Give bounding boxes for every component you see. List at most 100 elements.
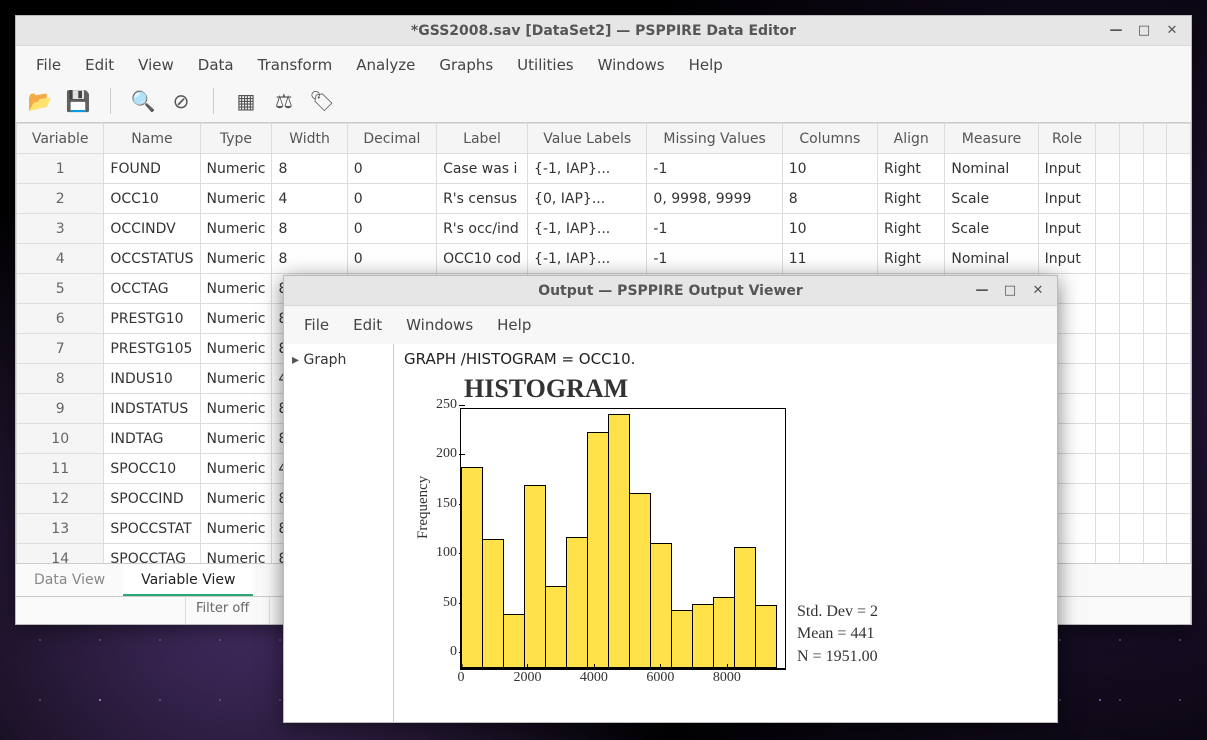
cell-name[interactable]: PRESTG105 [104, 334, 200, 364]
menu-view[interactable]: View [128, 52, 184, 78]
cell-n[interactable]: 10 [17, 424, 104, 454]
cell-name[interactable]: INDTAG [104, 424, 200, 454]
cell-role[interactable]: Input [1038, 154, 1096, 184]
cell-width[interactable]: 8 [272, 244, 347, 274]
cell-align[interactable]: Right [878, 244, 945, 274]
cell-width[interactable]: 4 [272, 184, 347, 214]
cell-name[interactable]: PRESTG10 [104, 304, 200, 334]
tab-variable-view[interactable]: Variable View [123, 564, 253, 596]
menu-file[interactable]: File [294, 312, 339, 338]
cell-type[interactable]: Numeric [200, 514, 272, 544]
cell-n[interactable]: 9 [17, 394, 104, 424]
cell-align[interactable]: Right [878, 184, 945, 214]
col-variable[interactable]: Variable [17, 124, 104, 154]
minimize-button[interactable]: — [1107, 23, 1125, 38]
menu-graphs[interactable]: Graphs [429, 52, 503, 78]
cell-n[interactable]: 3 [17, 214, 104, 244]
cell-role[interactable]: Input [1038, 184, 1096, 214]
cell-align[interactable]: Right [878, 214, 945, 244]
table-row[interactable]: 2OCC10Numeric40R's census{0, IAP}...0, 9… [17, 184, 1191, 214]
menu-edit[interactable]: Edit [75, 52, 124, 78]
cell-n[interactable]: 4 [17, 244, 104, 274]
maximize-button[interactable]: □ [1001, 283, 1019, 298]
goto-variable-icon[interactable]: ⊘ [167, 88, 195, 114]
cell-type[interactable]: Numeric [200, 394, 272, 424]
cell-vlab[interactable]: {-1, IAP}... [528, 154, 647, 184]
cell-type[interactable]: Numeric [200, 484, 272, 514]
cell-dec[interactable]: 0 [347, 214, 436, 244]
cell-n[interactable]: 11 [17, 454, 104, 484]
cell-miss[interactable]: 0, 9998, 9999 [647, 184, 782, 214]
cell-name[interactable]: OCCTAG [104, 274, 200, 304]
close-button[interactable]: ✕ [1029, 283, 1047, 298]
menu-utilities[interactable]: Utilities [507, 52, 583, 78]
cell-miss[interactable]: -1 [647, 214, 782, 244]
cell-n[interactable]: 1 [17, 154, 104, 184]
cell-name[interactable]: SPOCCIND [104, 484, 200, 514]
weight-icon[interactable]: ⚖ [270, 88, 298, 114]
tree-item-graph[interactable]: Graph [292, 352, 385, 368]
col-columns[interactable]: Columns [782, 124, 877, 154]
cell-n[interactable]: 8 [17, 364, 104, 394]
cell-role[interactable]: Input [1038, 214, 1096, 244]
cell-name[interactable]: SPOCCSTAT [104, 514, 200, 544]
cell-meas[interactable]: Nominal [945, 154, 1038, 184]
cell-n[interactable]: 14 [17, 544, 104, 564]
cell-width[interactable]: 8 [272, 214, 347, 244]
cell-n[interactable]: 13 [17, 514, 104, 544]
cell-dec[interactable]: 0 [347, 244, 436, 274]
cell-type[interactable]: Numeric [200, 154, 272, 184]
cell-meas[interactable]: Nominal [945, 244, 1038, 274]
cell-cols[interactable]: 10 [782, 214, 877, 244]
cell-cols[interactable]: 8 [782, 184, 877, 214]
cell-dec[interactable]: 0 [347, 184, 436, 214]
menu-edit[interactable]: Edit [343, 312, 392, 338]
cell-type[interactable]: Numeric [200, 334, 272, 364]
cell-name[interactable]: INDSTATUS [104, 394, 200, 424]
cell-type[interactable]: Numeric [200, 424, 272, 454]
cell-label[interactable]: Case was i [437, 154, 528, 184]
table-row[interactable]: 1FOUNDNumeric80Case was i{-1, IAP}...-11… [17, 154, 1191, 184]
cell-n[interactable]: 7 [17, 334, 104, 364]
cell-name[interactable]: OCC10 [104, 184, 200, 214]
cell-role[interactable]: Input [1038, 244, 1096, 274]
col-measure[interactable]: Measure [945, 124, 1038, 154]
menu-analyze[interactable]: Analyze [346, 52, 425, 78]
menu-windows[interactable]: Windows [396, 312, 483, 338]
cell-vlab[interactable]: {0, IAP}... [528, 184, 647, 214]
col-width[interactable]: Width [272, 124, 347, 154]
menu-transform[interactable]: Transform [248, 52, 343, 78]
cell-miss[interactable]: -1 [647, 154, 782, 184]
open-icon[interactable]: 📂 [26, 88, 54, 114]
cell-cols[interactable]: 10 [782, 154, 877, 184]
cell-type[interactable]: Numeric [200, 274, 272, 304]
cell-name[interactable]: OCCINDV [104, 214, 200, 244]
cell-name[interactable]: SPOCC10 [104, 454, 200, 484]
cell-type[interactable]: Numeric [200, 244, 272, 274]
save-icon[interactable]: 💾 [64, 88, 92, 114]
cell-dec[interactable]: 0 [347, 154, 436, 184]
cell-name[interactable]: SPOCCTAG [104, 544, 200, 564]
cell-cols[interactable]: 11 [782, 244, 877, 274]
cell-n[interactable]: 2 [17, 184, 104, 214]
col-role[interactable]: Role [1038, 124, 1096, 154]
cell-align[interactable]: Right [878, 154, 945, 184]
cell-label[interactable]: OCC10 cod [437, 244, 528, 274]
cell-name[interactable]: OCCSTATUS [104, 244, 200, 274]
col-missing[interactable]: Missing Values [647, 124, 782, 154]
cell-meas[interactable]: Scale [945, 184, 1038, 214]
table-row[interactable]: 3OCCINDVNumeric80R's occ/ind{-1, IAP}...… [17, 214, 1191, 244]
cell-name[interactable]: FOUND [104, 154, 200, 184]
menu-windows[interactable]: Windows [588, 52, 675, 78]
col-align[interactable]: Align [878, 124, 945, 154]
cell-vlab[interactable]: {-1, IAP}... [528, 214, 647, 244]
maximize-button[interactable]: □ [1135, 23, 1153, 38]
menu-help[interactable]: Help [679, 52, 733, 78]
cell-meas[interactable]: Scale [945, 214, 1038, 244]
col-name[interactable]: Name [104, 124, 200, 154]
col-decimal[interactable]: Decimal [347, 124, 436, 154]
goto-case-icon[interactable]: 🔍 [129, 88, 157, 114]
cell-label[interactable]: R's census [437, 184, 528, 214]
cell-name[interactable]: INDUS10 [104, 364, 200, 394]
col-value-labels[interactable]: Value Labels [528, 124, 647, 154]
